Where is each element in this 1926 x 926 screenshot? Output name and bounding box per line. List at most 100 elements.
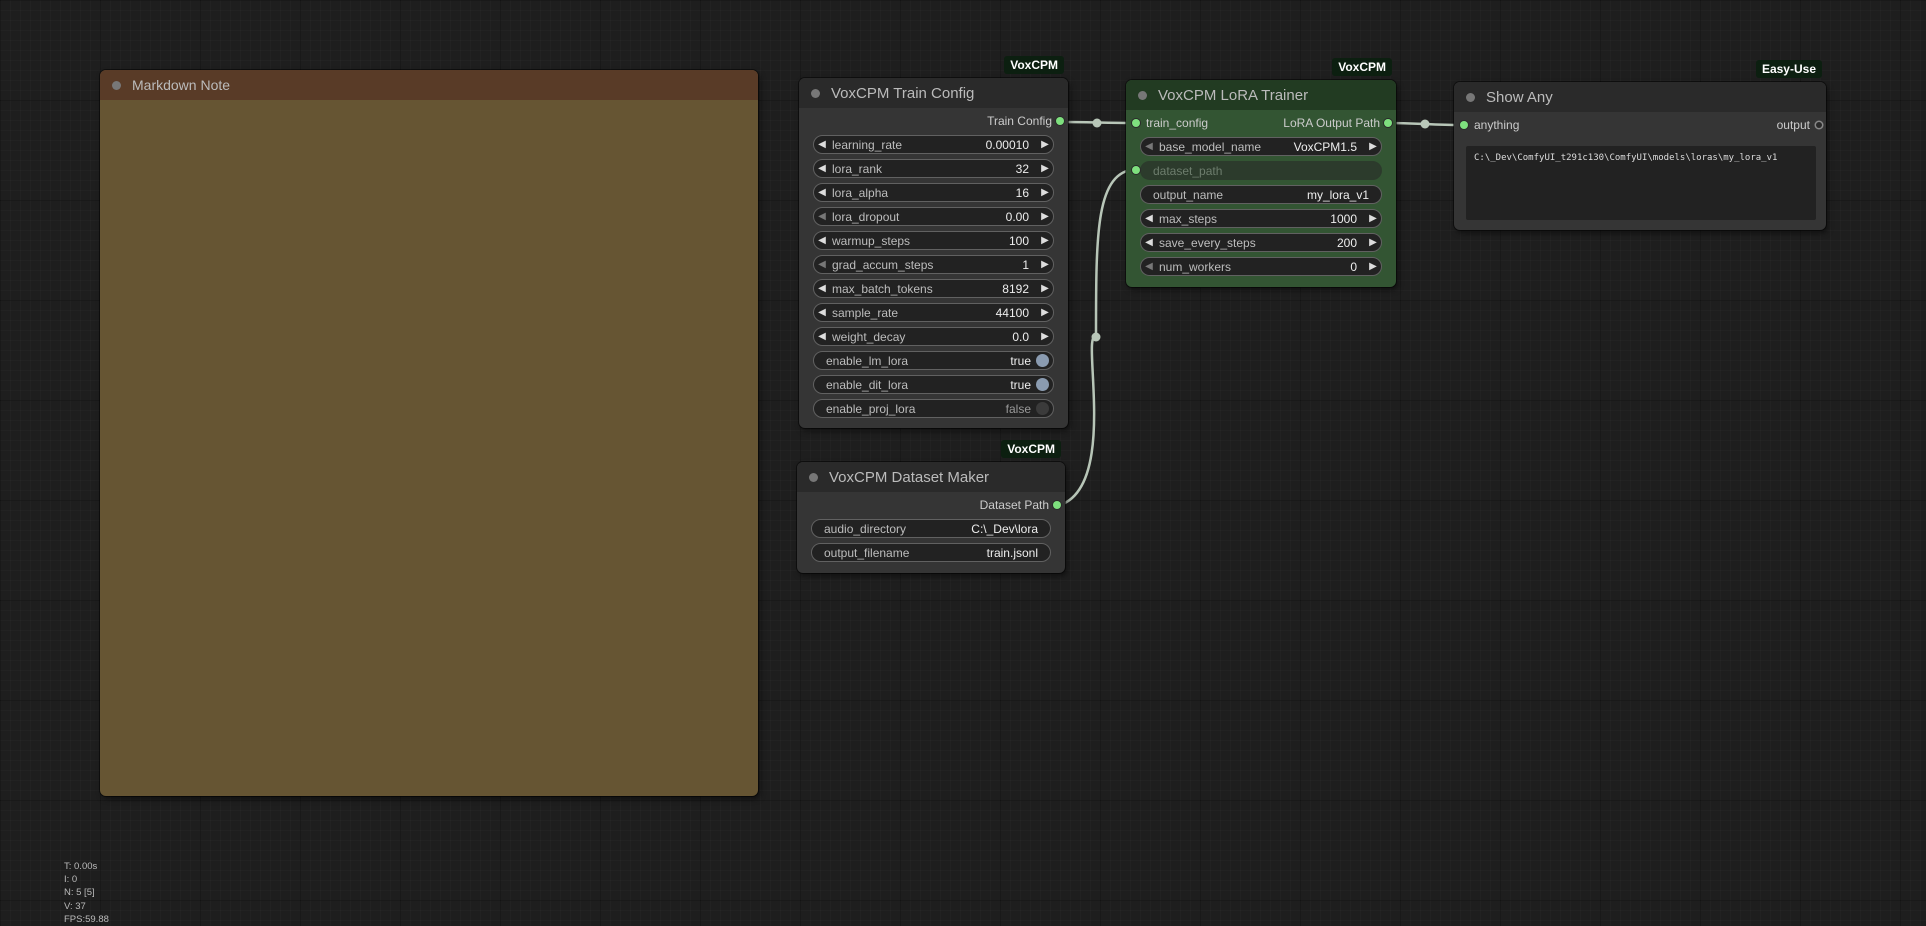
widget-max-steps[interactable]: ◀ max_steps 1000 ▶ (1140, 209, 1382, 228)
decrement-arrow-icon[interactable]: ◀ (814, 331, 830, 342)
node-title-bar[interactable]: VoxCPM LoRA Trainer (1126, 80, 1396, 110)
increment-arrow-icon[interactable]: ▶ (1037, 307, 1053, 318)
node-title-bar[interactable]: Markdown Note (100, 70, 758, 100)
widget-lora-dropout[interactable]: ◀ lora_dropout 0.00 ▶ (813, 207, 1054, 226)
widget-output-filename[interactable]: output_filename train.jsonl (811, 543, 1051, 562)
decrement-arrow-icon[interactable]: ◀ (814, 187, 830, 198)
node-title-bar[interactable]: VoxCPM Dataset Maker (797, 462, 1065, 492)
stat-time: T: 0.00s (64, 861, 98, 872)
output-label: Dataset Path (979, 498, 1049, 512)
increment-arrow-icon[interactable]: ▶ (1037, 139, 1053, 150)
collapse-dot-icon[interactable] (811, 88, 820, 98)
widget-grad-accum-steps[interactable]: ◀ grad_accum_steps 1 ▶ (813, 255, 1054, 274)
output-slot-train-config[interactable] (1056, 117, 1064, 125)
decrement-arrow-icon[interactable]: ◀ (1141, 213, 1157, 224)
increment-arrow-icon[interactable]: ▶ (1037, 211, 1053, 222)
dataset-maker-node[interactable]: VoxCPM VoxCPM Dataset Maker Dataset Path… (797, 440, 1065, 573)
stat-fps: FPS:59.88 (64, 913, 109, 925)
widget-value: my_lora_v1 (1306, 187, 1369, 202)
node-title: VoxCPM Train Config (831, 84, 975, 102)
widget-output-name[interactable]: output_name my_lora_v1 (1140, 185, 1382, 204)
decrement-arrow-icon[interactable]: ◀ (1141, 261, 1157, 272)
widget-base-model-name[interactable]: ◀ base_model_name VoxCPM1.5 ▶ (1140, 137, 1382, 156)
widget-label: warmup_steps (832, 233, 911, 248)
widget-save-every-steps[interactable]: ◀ save_every_steps 200 ▶ (1140, 233, 1382, 252)
decrement-arrow-icon[interactable]: ◀ (814, 211, 830, 222)
widget-value: 16 (1015, 185, 1029, 200)
toggle-on-icon[interactable] (1036, 378, 1049, 391)
train-config-node[interactable]: VoxCPM VoxCPM Train Config Train Config … (799, 56, 1068, 428)
link-dataset-path (1056, 167, 1137, 508)
widget-lora-rank[interactable]: ◀ lora_rank 32 ▶ (813, 159, 1054, 178)
widget-label: output_name (1153, 187, 1224, 202)
link-train-config-midpoint[interactable] (1092, 118, 1102, 128)
widget-audio-directory[interactable]: audio_directory C:\_Dev\lora (811, 519, 1051, 538)
decrement-arrow-icon[interactable]: ◀ (814, 139, 830, 150)
output-slot-output[interactable] (1816, 122, 1822, 128)
output-slot-lora-output-path[interactable] (1384, 119, 1392, 127)
collapse-dot-icon[interactable] (1466, 92, 1475, 102)
markdown-note-node[interactable]: Markdown Note (100, 70, 758, 796)
input-slot-anything[interactable] (1460, 121, 1468, 129)
widget-num-workers[interactable]: ◀ num_workers 0 ▶ (1140, 257, 1382, 276)
decrement-arrow-icon[interactable]: ◀ (814, 259, 830, 270)
collapse-dot-icon[interactable] (809, 472, 818, 482)
widget-value: 100 (1008, 233, 1029, 248)
toggle-enable-proj-lora[interactable]: enable_proj_lora false (813, 399, 1054, 418)
node-title-bar[interactable]: VoxCPM Train Config (799, 78, 1068, 108)
increment-arrow-icon[interactable]: ▶ (1365, 141, 1381, 152)
output-text-area[interactable]: C:\_Dev\ComfyUI_t291c130\ComfyUI\models\… (1466, 146, 1816, 220)
toggle-enable-dit-lora[interactable]: enable_dit_lora true (813, 375, 1054, 394)
toggle-enable-lm-lora[interactable]: enable_lm_lora true (813, 351, 1054, 370)
increment-arrow-icon[interactable]: ▶ (1365, 261, 1381, 272)
widget-value: 1000 (1330, 211, 1357, 226)
increment-arrow-icon[interactable]: ▶ (1037, 331, 1053, 342)
increment-arrow-icon[interactable]: ▶ (1037, 163, 1053, 174)
widget-dataset-path[interactable]: dataset_path (1132, 161, 1382, 180)
node-title-bar[interactable]: Show Any (1454, 82, 1826, 112)
toggle-value: false (1005, 401, 1031, 416)
decrement-arrow-icon[interactable]: ◀ (1141, 141, 1157, 152)
link-lora-output-midpoint[interactable] (1420, 119, 1430, 129)
lora-trainer-node[interactable]: VoxCPM VoxCPM LoRA Trainer train_config … (1126, 58, 1396, 287)
input-slot-dataset-path[interactable] (1132, 166, 1140, 174)
widget-value: 1 (1022, 257, 1029, 272)
decrement-arrow-icon[interactable]: ◀ (1141, 237, 1157, 248)
input-label: anything (1474, 118, 1520, 132)
increment-arrow-icon[interactable]: ▶ (1365, 213, 1381, 224)
toggle-off-icon[interactable] (1036, 402, 1049, 415)
widget-label: save_every_steps (1159, 235, 1256, 250)
input-label: train_config (1146, 116, 1209, 130)
increment-arrow-icon[interactable]: ▶ (1037, 259, 1053, 270)
widget-sample-rate[interactable]: ◀ sample_rate 44100 ▶ (813, 303, 1054, 322)
input-slot-train-config[interactable] (1132, 119, 1140, 127)
toggle-on-icon[interactable] (1036, 354, 1049, 367)
show-any-node[interactable]: Easy-Use Show Any anything output C:\_De… (1454, 60, 1826, 230)
increment-arrow-icon[interactable]: ▶ (1037, 235, 1053, 246)
widget-value: 0 (1350, 259, 1357, 274)
widget-lora-alpha[interactable]: ◀ lora_alpha 16 ▶ (813, 183, 1054, 202)
decrement-arrow-icon[interactable]: ◀ (814, 307, 830, 318)
stat-i: I: 0 (64, 874, 78, 886)
decrement-arrow-icon[interactable]: ◀ (814, 283, 830, 294)
collapse-dot-icon[interactable] (1138, 90, 1147, 100)
decrement-arrow-icon[interactable]: ◀ (814, 235, 830, 246)
increment-arrow-icon[interactable]: ▶ (1365, 237, 1381, 248)
widget-label: audio_directory (824, 521, 907, 536)
widget-weight-decay[interactable]: ◀ weight_decay 0.0 ▶ (813, 327, 1054, 346)
collapse-dot-icon[interactable] (112, 80, 121, 90)
widget-label: learning_rate (832, 137, 903, 152)
widget-value: 200 (1336, 235, 1357, 250)
widget-warmup-steps[interactable]: ◀ warmup_steps 100 ▶ (813, 231, 1054, 250)
widget-max-batch-tokens[interactable]: ◀ max_batch_tokens 8192 ▶ (813, 279, 1054, 298)
io-row: anything output (1454, 116, 1826, 134)
widget-label: weight_decay (832, 329, 906, 344)
output-slot-dataset-path[interactable] (1053, 501, 1061, 509)
increment-arrow-icon[interactable]: ▶ (1037, 283, 1053, 294)
increment-arrow-icon[interactable]: ▶ (1037, 187, 1053, 198)
toggle-value: true (1010, 353, 1031, 368)
widget-learning-rate[interactable]: ◀ learning_rate 0.00010 ▶ (813, 135, 1054, 154)
link-dataset-path-midpoint[interactable] (1091, 332, 1101, 342)
widget-value: 8192 (1002, 281, 1029, 296)
decrement-arrow-icon[interactable]: ◀ (814, 163, 830, 174)
